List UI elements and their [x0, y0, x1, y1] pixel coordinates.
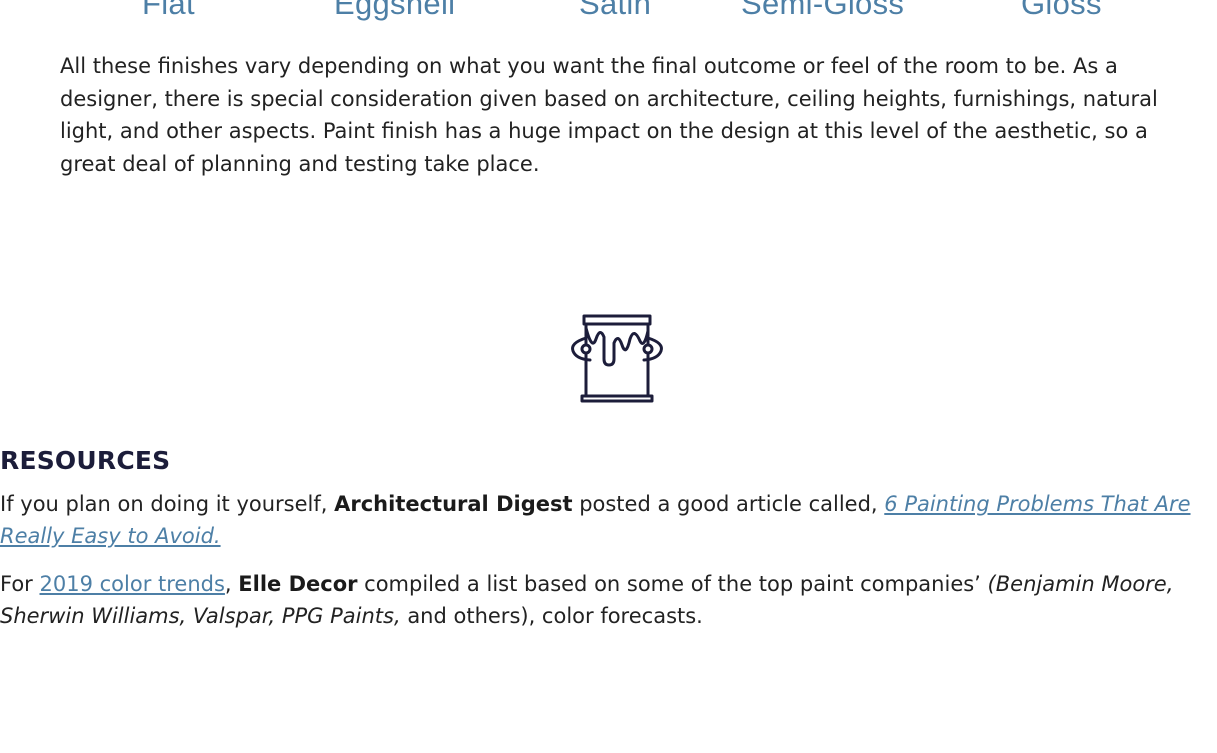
para2-prefix: For	[0, 572, 40, 596]
finish-label-flat: Flat	[142, 0, 195, 21]
finish-label-gloss: Gloss	[1021, 0, 1102, 21]
color-trends-link[interactable]: 2019 color trends	[40, 572, 225, 596]
resources-section: RESOURCES If you plan on doing it yourse…	[0, 442, 1217, 632]
intro-paragraph: All these finishes vary depending on wha…	[60, 54, 1158, 176]
finish-label-semi-gloss: Semi-Gloss	[741, 0, 905, 21]
finish-label-satin: Satin	[579, 0, 652, 21]
finish-labels-row: Flat Eggshell Satin Semi-Gloss Gloss	[0, 0, 1217, 30]
resources-paragraph-color-trends: For 2019 color trends, Elle Decor compil…	[0, 568, 1217, 632]
para2-middle: compiled a list based on some of the top…	[357, 572, 988, 596]
para1-prefix: If you plan on doing it yourself,	[0, 492, 335, 516]
resources-heading: RESOURCES	[0, 446, 171, 475]
source-architectural-digest: Architectural Digest	[334, 492, 573, 516]
para1-middle: posted a good article called,	[572, 492, 885, 516]
resources-paragraph-diy: If you plan on doing it yourself, Archit…	[0, 488, 1217, 552]
finish-label-eggshell: Eggshell	[334, 0, 456, 21]
paint-can-icon	[566, 313, 670, 405]
para2-comma: ,	[224, 572, 239, 596]
para2-suffix: and others), color forecasts.	[400, 604, 703, 628]
finishes-intro-text: All these finishes vary depending on wha…	[60, 50, 1200, 180]
source-elle-decor: Elle Decor	[238, 572, 358, 596]
